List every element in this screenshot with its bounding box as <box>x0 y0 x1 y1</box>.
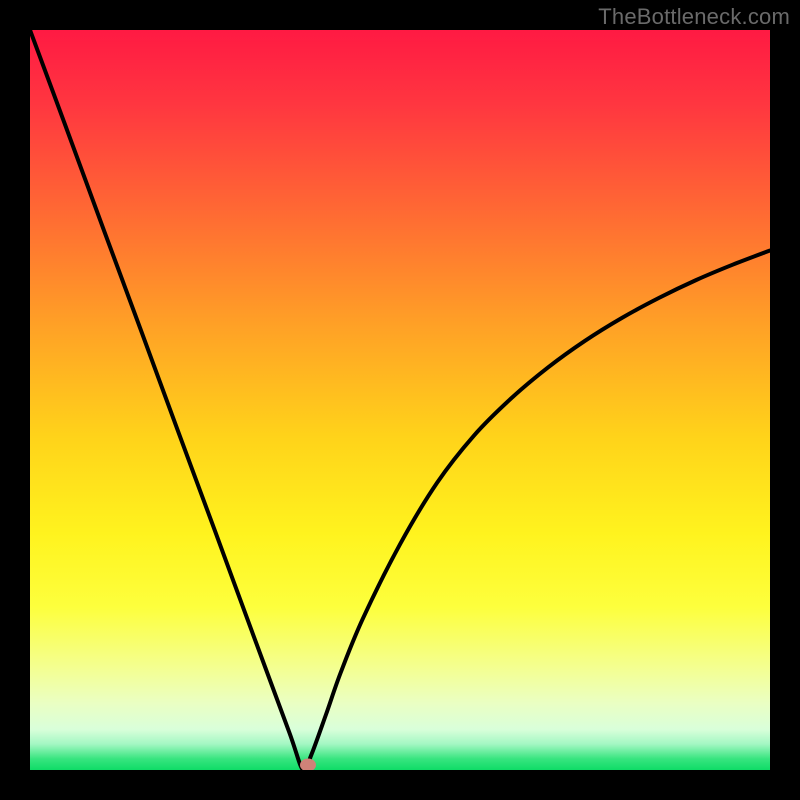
plot-area <box>30 30 770 770</box>
bottleneck-curve <box>30 30 770 770</box>
optimal-point-marker <box>300 758 316 770</box>
chart-frame: TheBottleneck.com <box>0 0 800 800</box>
watermark-text: TheBottleneck.com <box>598 4 790 30</box>
